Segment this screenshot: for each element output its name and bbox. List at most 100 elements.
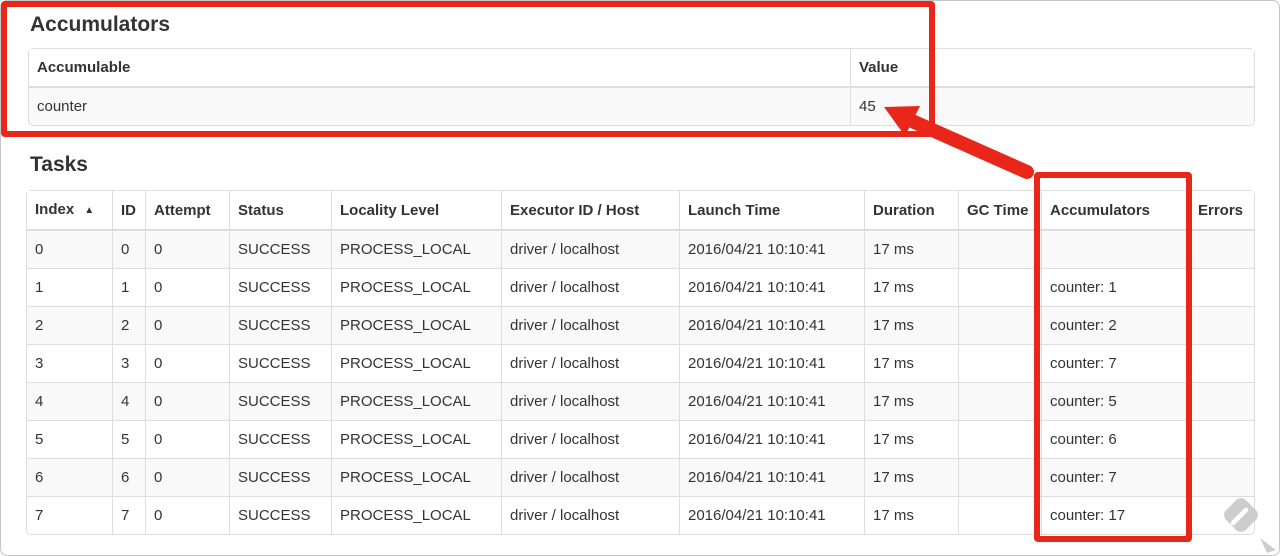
- cell-id: 1: [112, 268, 145, 306]
- cell-id: 6: [112, 458, 145, 496]
- cell-gc-time: [958, 344, 1041, 382]
- cell-id: 0: [112, 231, 145, 268]
- cell-id: 5: [112, 420, 145, 458]
- column-label: Launch Time: [688, 201, 781, 219]
- cell-accumulators: counter: 17: [1041, 496, 1189, 534]
- tasks-section: Tasks Index ▲ ID Attempt Status Locality Leve…: [26, 152, 1255, 535]
- accumulable-name-cell: counter: [29, 88, 850, 125]
- tasks-column-header-accumulators[interactable]: Accumulators: [1041, 191, 1189, 231]
- tasks-column-header-duration[interactable]: Duration: [864, 191, 958, 231]
- cell-accumulators: counter: 5: [1041, 382, 1189, 420]
- cell-index: 2: [27, 306, 112, 344]
- accumulators-header-row: Accumulable Value: [29, 49, 1254, 88]
- cell-gc-time: [958, 306, 1041, 344]
- cell-duration: 17 ms: [864, 382, 958, 420]
- column-label: Index: [35, 201, 75, 218]
- accumulable-column-header[interactable]: Accumulable: [29, 49, 850, 88]
- column-label: Accumulators: [1050, 201, 1151, 219]
- cell-errors: [1189, 458, 1254, 496]
- cell-duration: 17 ms: [864, 306, 958, 344]
- value-column-header[interactable]: Value: [850, 49, 1254, 88]
- cell-attempt: 0: [145, 458, 229, 496]
- cell-locality-level: PROCESS_LOCAL: [331, 268, 501, 306]
- cell-executor-id-host: driver / localhost: [501, 458, 679, 496]
- cell-locality-level: PROCESS_LOCAL: [331, 458, 501, 496]
- cell-launch-time: 2016/04/21 10:10:41: [679, 420, 864, 458]
- tasks-column-header-id[interactable]: ID: [112, 191, 145, 231]
- cell-locality-level: PROCESS_LOCAL: [331, 231, 501, 268]
- cell-executor-id-host: driver / localhost: [501, 496, 679, 534]
- cell-errors: [1189, 231, 1254, 268]
- cell-attempt: 0: [145, 231, 229, 268]
- tasks-column-header-launch-time[interactable]: Launch Time: [679, 191, 864, 231]
- cell-status: SUCCESS: [229, 306, 331, 344]
- feedly-icon[interactable]: [1218, 492, 1264, 538]
- cell-errors: [1189, 306, 1254, 344]
- cell-locality-level: PROCESS_LOCAL: [331, 306, 501, 344]
- cell-duration: 17 ms: [864, 496, 958, 534]
- cell-accumulators: [1041, 231, 1189, 268]
- cell-accumulators: counter: 7: [1041, 344, 1189, 382]
- column-label: Attempt: [154, 201, 211, 219]
- cell-duration: 17 ms: [864, 344, 958, 382]
- cell-index: 0: [27, 231, 112, 268]
- task-row: 0 0 0 SUCCESS PROCESS_LOCAL driver / localhos…: [27, 231, 1254, 268]
- tasks-heading: Tasks: [30, 153, 88, 176]
- column-label: Locality Level: [340, 201, 440, 219]
- cell-errors: [1189, 268, 1254, 306]
- cell-errors: [1189, 420, 1254, 458]
- cell-id: 7: [112, 496, 145, 534]
- cell-status: SUCCESS: [229, 420, 331, 458]
- cell-attempt: 0: [145, 496, 229, 534]
- cell-status: SUCCESS: [229, 496, 331, 534]
- cell-gc-time: [958, 382, 1041, 420]
- cell-gc-time: [958, 496, 1041, 534]
- cell-id: 4: [112, 382, 145, 420]
- cell-status: SUCCESS: [229, 382, 331, 420]
- task-row: 4 4 0 SUCCESS PROCESS_LOCAL driver / localhos…: [27, 382, 1254, 420]
- cell-status: SUCCESS: [229, 268, 331, 306]
- accumulator-row: counter 45: [29, 88, 1254, 125]
- cell-executor-id-host: driver / localhost: [501, 231, 679, 268]
- column-label: Duration: [873, 201, 935, 219]
- task-row: 6 6 0 SUCCESS PROCESS_LOCAL driver / localhos…: [27, 458, 1254, 496]
- column-label: Errors: [1198, 201, 1244, 219]
- cell-duration: 17 ms: [864, 231, 958, 268]
- accumulable-value-cell: 45: [850, 88, 1254, 125]
- cell-duration: 17 ms: [864, 458, 958, 496]
- cell-id: 3: [112, 344, 145, 382]
- cell-accumulators: counter: 7: [1041, 458, 1189, 496]
- cell-executor-id-host: driver / localhost: [501, 268, 679, 306]
- column-label: ID: [121, 201, 136, 219]
- cell-executor-id-host: driver / localhost: [501, 306, 679, 344]
- cell-executor-id-host: driver / localhost: [501, 420, 679, 458]
- cell-index: 1: [27, 268, 112, 306]
- cell-executor-id-host: driver / localhost: [501, 382, 679, 420]
- tasks-column-header-attempt[interactable]: Attempt: [145, 191, 229, 231]
- tasks-column-header-gc-time[interactable]: GC Time: [958, 191, 1041, 231]
- cell-errors: [1189, 344, 1254, 382]
- cell-launch-time: 2016/04/21 10:10:41: [679, 458, 864, 496]
- cell-accumulators: counter: 1: [1041, 268, 1189, 306]
- cell-index: 3: [27, 344, 112, 382]
- cell-gc-time: [958, 231, 1041, 268]
- tasks-column-header-status[interactable]: Status: [229, 191, 331, 231]
- cell-attempt: 0: [145, 382, 229, 420]
- cell-status: SUCCESS: [229, 344, 331, 382]
- tasks-column-header-executor-id-host[interactable]: Executor ID / Host: [501, 191, 679, 231]
- cell-gc-time: [958, 420, 1041, 458]
- cell-index: 6: [27, 458, 112, 496]
- cell-locality-level: PROCESS_LOCAL: [331, 420, 501, 458]
- cell-accumulators: counter: 2: [1041, 306, 1189, 344]
- cell-gc-time: [958, 268, 1041, 306]
- cell-gc-time: [958, 458, 1041, 496]
- cell-id: 2: [112, 306, 145, 344]
- cell-attempt: 0: [145, 344, 229, 382]
- tasks-column-header-locality-level[interactable]: Locality Level: [331, 191, 501, 231]
- tasks-column-header-errors[interactable]: Errors: [1189, 191, 1254, 231]
- cell-attempt: 0: [145, 420, 229, 458]
- cell-attempt: 0: [145, 306, 229, 344]
- tasks-header-row: Index ▲ ID Attempt Status Locality Level Execu…: [27, 191, 1254, 231]
- column-label: Status: [238, 201, 284, 219]
- tasks-column-header-index[interactable]: Index ▲: [27, 191, 112, 231]
